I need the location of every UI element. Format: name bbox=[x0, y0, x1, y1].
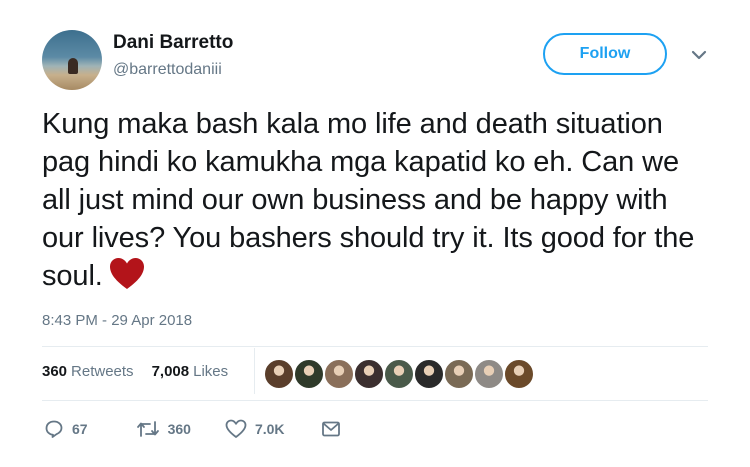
chevron-down-icon[interactable] bbox=[688, 44, 710, 66]
like-count: 7.0K bbox=[254, 421, 285, 437]
liker-avatar[interactable] bbox=[383, 358, 415, 390]
tweet-actions: 67 360 7.0K bbox=[44, 419, 341, 439]
stats-separator bbox=[254, 348, 255, 394]
liker-avatar[interactable] bbox=[503, 358, 535, 390]
reply-icon bbox=[45, 420, 63, 438]
divider bbox=[42, 400, 708, 401]
reply-count: 67 bbox=[72, 421, 88, 437]
retweet-count: 360 bbox=[167, 421, 191, 437]
like-button[interactable]: 7.0K bbox=[225, 419, 285, 439]
retweet-icon bbox=[136, 421, 159, 437]
liker-avatar[interactable] bbox=[263, 358, 295, 390]
heart-icon bbox=[225, 419, 247, 438]
retweets-count[interactable]: 360 bbox=[42, 363, 67, 380]
liker-avatar[interactable] bbox=[473, 358, 505, 390]
engagement-stats: 360 Retweets 7,008 Likes bbox=[42, 363, 228, 380]
avatar-figure bbox=[68, 58, 78, 74]
follow-button[interactable]: Follow bbox=[543, 33, 667, 75]
reply-button[interactable]: 67 bbox=[44, 419, 88, 439]
author-handle[interactable]: @barrettodaniii bbox=[113, 61, 222, 79]
liker-avatar[interactable] bbox=[293, 358, 325, 390]
divider bbox=[42, 346, 708, 347]
tweet-text-container: Kung maka bash kala mo life and death si… bbox=[42, 105, 712, 295]
envelope-icon bbox=[321, 421, 340, 437]
direct-message-button[interactable] bbox=[321, 420, 341, 438]
retweets-label[interactable]: Retweets bbox=[71, 363, 134, 380]
tweet-timestamp[interactable]: 8:43 PM - 29 Apr 2018 bbox=[42, 312, 192, 329]
author-avatar[interactable] bbox=[42, 30, 102, 90]
likes-label[interactable]: Likes bbox=[193, 363, 228, 380]
retweet-button[interactable]: 360 bbox=[136, 419, 191, 439]
liker-avatar[interactable] bbox=[443, 358, 475, 390]
heart-emoji bbox=[109, 258, 144, 289]
liker-avatar[interactable] bbox=[413, 358, 445, 390]
liker-avatars bbox=[263, 358, 535, 390]
liker-avatar[interactable] bbox=[353, 358, 385, 390]
likes-count[interactable]: 7,008 bbox=[152, 363, 190, 380]
liker-avatar[interactable] bbox=[323, 358, 355, 390]
author-name[interactable]: Dani Barretto bbox=[113, 32, 233, 54]
